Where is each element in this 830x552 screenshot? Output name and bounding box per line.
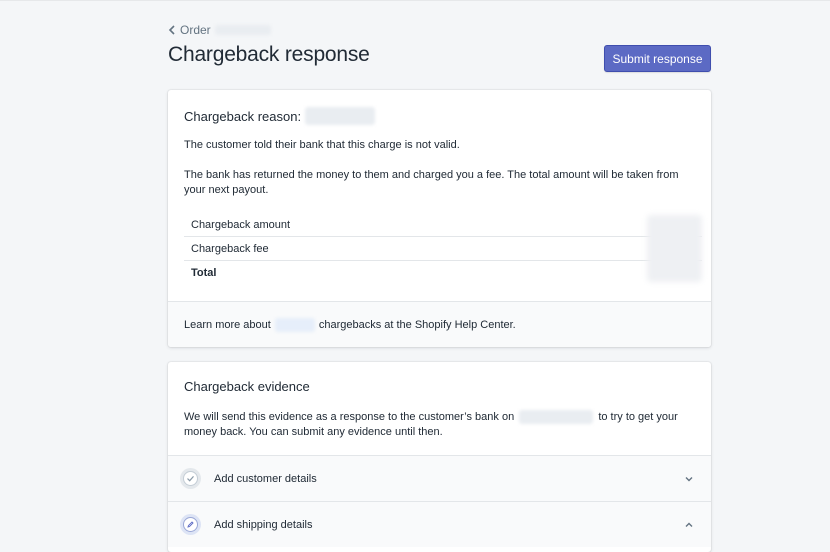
chevron-down-icon[interactable] [684,474,694,484]
table-row-total: Total [184,261,702,285]
evidence-text-line2: money back. You can submit any evidence … [184,426,443,438]
chevron-left-icon [168,25,175,35]
accordion-label: Add customer details [214,472,317,485]
accordion-label: Add shipping details [214,518,313,531]
table-row: Chargeback fee [184,237,702,261]
evidence-text-prefix: We will send this evidence as a response… [184,411,515,423]
row-label: Chargeback amount [191,218,291,231]
payout-notice: The bank has returned the money to them … [184,169,679,196]
pencil-circle-icon [180,514,201,535]
table-row: Chargeback amount [184,213,702,237]
chargeback-reason-card: Chargeback reason: The customer told the… [168,90,711,347]
reason-description: The customer told their bank that this c… [184,139,460,151]
reason-heading: Chargeback reason: [184,107,376,125]
help-center-footer: Learn more about chargebacks at the Shop… [168,301,711,347]
breadcrumb-label: Order [180,23,211,37]
accordion-customer-details[interactable]: Add customer details [168,455,711,501]
reason-heading-label: Chargeback reason: [184,108,302,124]
redacted-order-number [214,25,271,35]
help-text-suffix: chargebacks at the Shopify Help Center. [318,319,516,331]
redacted-amounts [647,215,702,282]
help-text-prefix: Learn more about [184,319,271,331]
redacted-reason [305,107,376,125]
submit-response-button[interactable]: Submit response [604,45,711,72]
chevron-up-icon[interactable] [684,520,694,530]
chargeback-evidence-card: Chargeback evidence We will send this ev… [168,362,711,552]
evidence-heading: Chargeback evidence [184,379,310,394]
row-label: Total [191,267,217,279]
help-center-text: Learn more about chargebacks at the Shop… [184,318,516,332]
top-divider [0,0,830,1]
accordion-shipping-details[interactable]: Add shipping details [168,501,711,547]
evidence-description: We will send this evidence as a response… [184,410,696,440]
page-title: Chargeback response [168,43,370,66]
row-label: Chargeback fee [191,242,269,255]
evidence-text-suffix: to try to get your [598,411,678,423]
redacted-date [519,410,594,425]
redacted-link[interactable] [274,318,315,332]
check-circle-icon [180,468,201,489]
breadcrumb-back-link[interactable]: Order [168,22,271,38]
